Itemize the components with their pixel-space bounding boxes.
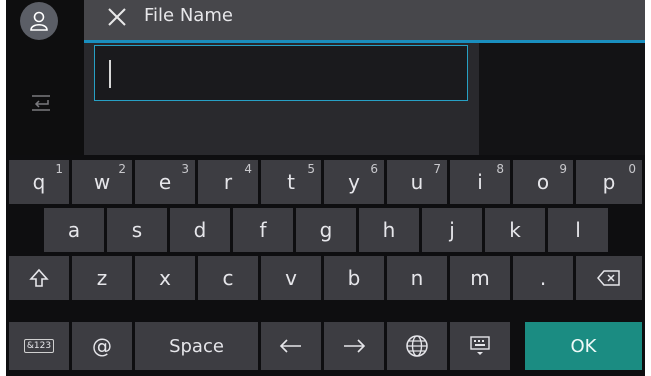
user-avatar-button[interactable] bbox=[20, 2, 58, 40]
key-label: l bbox=[575, 218, 581, 242]
key-label: n bbox=[410, 266, 424, 290]
hide-keyboard-key[interactable] bbox=[450, 322, 510, 370]
key-number: 3 bbox=[181, 162, 189, 176]
key-label: . bbox=[539, 266, 547, 290]
key-f[interactable]: f bbox=[233, 208, 293, 252]
symbols-key[interactable]: &123 bbox=[9, 322, 69, 370]
key-p[interactable]: p0 bbox=[576, 160, 642, 204]
user-icon bbox=[30, 11, 48, 31]
key-y[interactable]: y6 bbox=[324, 160, 384, 204]
key-g[interactable]: g bbox=[296, 208, 356, 252]
key-label: e bbox=[158, 170, 172, 194]
side-panel bbox=[479, 43, 645, 155]
key-label: x bbox=[159, 266, 171, 290]
page-title: File Name bbox=[144, 5, 233, 26]
key-label: y bbox=[348, 170, 360, 194]
key-label: m bbox=[470, 266, 490, 290]
key-label: v bbox=[285, 266, 297, 290]
key-label: p bbox=[602, 170, 616, 194]
key-label: Space bbox=[169, 335, 224, 357]
shift-icon bbox=[29, 268, 49, 287]
key-label: s bbox=[131, 218, 143, 242]
key-label: c bbox=[222, 266, 234, 290]
key-q[interactable]: q1 bbox=[9, 160, 69, 204]
key-label: j bbox=[449, 218, 455, 242]
key-d[interactable]: d bbox=[170, 208, 230, 252]
key-number: 5 bbox=[307, 162, 315, 176]
ok-button[interactable]: OK bbox=[525, 322, 642, 370]
key-label: q bbox=[32, 170, 46, 194]
symbols-label: &123 bbox=[23, 339, 55, 353]
content-area bbox=[84, 43, 479, 155]
key-number: 4 bbox=[244, 162, 252, 176]
screen: File Name q1 w2 e3 r4 t5 y6 u7 i8 o9 p0 … bbox=[6, 0, 645, 376]
key-label: g bbox=[319, 218, 333, 242]
key-h[interactable]: h bbox=[359, 208, 419, 252]
on-screen-keyboard: q1 w2 e3 r4 t5 y6 u7 i8 o9 p0 a s d f g … bbox=[6, 155, 645, 376]
key-label: u bbox=[410, 170, 424, 194]
key-i[interactable]: i8 bbox=[450, 160, 510, 204]
left-arrow-key[interactable] bbox=[261, 322, 321, 370]
key-u[interactable]: u7 bbox=[387, 160, 447, 204]
key-a[interactable]: a bbox=[44, 208, 104, 252]
key-r[interactable]: r4 bbox=[198, 160, 258, 204]
key-m[interactable]: m bbox=[450, 256, 510, 300]
key-label: o bbox=[536, 170, 550, 194]
key-v[interactable]: v bbox=[261, 256, 321, 300]
key-label: w bbox=[93, 170, 111, 194]
language-key[interactable] bbox=[387, 322, 447, 370]
key-label: d bbox=[193, 218, 207, 242]
text-caret bbox=[109, 60, 111, 88]
return-icon[interactable] bbox=[28, 90, 54, 116]
key-t[interactable]: t5 bbox=[261, 160, 321, 204]
key-c[interactable]: c bbox=[198, 256, 258, 300]
key-j[interactable]: j bbox=[422, 208, 482, 252]
key-l[interactable]: l bbox=[548, 208, 608, 252]
key-n[interactable]: n bbox=[387, 256, 447, 300]
file-name-input[interactable] bbox=[94, 45, 468, 101]
space-key[interactable]: Space bbox=[135, 322, 258, 370]
key-label: z bbox=[96, 266, 108, 290]
close-icon[interactable] bbox=[106, 6, 128, 28]
keyboard-hide-icon bbox=[470, 336, 490, 355]
key-label: i bbox=[477, 170, 483, 194]
key-label: t bbox=[287, 170, 295, 194]
dialog-header: File Name bbox=[84, 0, 645, 40]
key-label: a bbox=[67, 218, 81, 242]
key-at[interactable]: @ bbox=[72, 322, 132, 370]
key-number: 2 bbox=[118, 162, 126, 176]
key-label: f bbox=[259, 218, 267, 242]
arrow-right-icon bbox=[344, 339, 366, 353]
key-x[interactable]: x bbox=[135, 256, 195, 300]
key-number: 8 bbox=[496, 162, 504, 176]
globe-icon bbox=[406, 335, 428, 357]
right-arrow-key[interactable] bbox=[324, 322, 384, 370]
key-b[interactable]: b bbox=[324, 256, 384, 300]
key-s[interactable]: s bbox=[107, 208, 167, 252]
key-number: 6 bbox=[370, 162, 378, 176]
key-o[interactable]: o9 bbox=[513, 160, 573, 204]
key-z[interactable]: z bbox=[72, 256, 132, 300]
shift-key[interactable] bbox=[9, 256, 69, 300]
key-number: 7 bbox=[433, 162, 441, 176]
backspace-icon bbox=[597, 270, 620, 286]
key-number: 0 bbox=[628, 162, 636, 176]
key-number: 1 bbox=[55, 162, 63, 176]
key-label: h bbox=[382, 218, 396, 242]
key-label: b bbox=[347, 266, 361, 290]
ok-label: OK bbox=[570, 335, 597, 357]
key-w[interactable]: w2 bbox=[72, 160, 132, 204]
key-e[interactable]: e3 bbox=[135, 160, 195, 204]
key-label: @ bbox=[92, 334, 112, 358]
key-label: k bbox=[509, 218, 521, 242]
arrow-left-icon bbox=[279, 339, 301, 353]
key-k[interactable]: k bbox=[485, 208, 545, 252]
sidebar bbox=[6, 0, 84, 155]
key-label: r bbox=[223, 170, 233, 194]
key-number: 9 bbox=[559, 162, 567, 176]
backspace-key[interactable] bbox=[576, 256, 642, 300]
key-period[interactable]: . bbox=[513, 256, 573, 300]
